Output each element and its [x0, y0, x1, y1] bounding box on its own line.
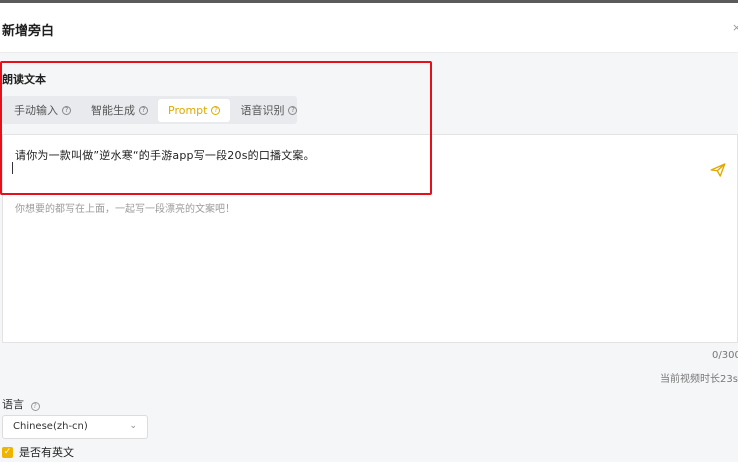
- prompt-text: 请你为一款叫做”逆水寒“的手游app写一段20s的口播文案。: [15, 149, 315, 162]
- textarea-placeholder: 你想要的都写在上面，一起写一段漂亮的文案吧！: [15, 204, 235, 215]
- help-icon[interactable]: ?: [211, 105, 221, 115]
- check-icon: ✓: [3, 446, 12, 457]
- dialog-title: 新增旁白: [2, 24, 55, 39]
- help-icon[interactable]: ?: [139, 105, 148, 115]
- tab-speech-recognition[interactable]: 语音识别 ?: [230, 99, 307, 122]
- video-duration-text: 当前视频时长23s: [660, 374, 738, 385]
- english-checkbox[interactable]: ✓: [2, 446, 13, 458]
- dialog-header: 新增旁白 ×: [0, 3, 738, 53]
- english-checkbox-label: 是否有英文: [19, 446, 74, 459]
- input-mode-tabs: 手动输入 ? 智能生成 ? Prompt ? 语音识别 ?: [2, 96, 298, 124]
- char-counter: 0/300: [712, 350, 738, 361]
- prompt-input[interactable]: 请你为一款叫做”逆水寒“的手游app写一段20s的口播文案。: [2, 134, 738, 186]
- script-textarea[interactable]: 你想要的都写在上面，一起写一段漂亮的文案吧！: [2, 186, 738, 343]
- tab-prompt[interactable]: Prompt ?: [158, 98, 231, 122]
- help-icon[interactable]: ?: [62, 105, 71, 115]
- send-icon[interactable]: [709, 161, 727, 179]
- text-caret: [12, 162, 13, 174]
- close-icon[interactable]: ×: [732, 21, 738, 34]
- tab-manual-input[interactable]: 手动输入 ?: [4, 99, 81, 122]
- chevron-down-icon: ⌄: [129, 421, 137, 431]
- reading-text-label: 朗读文本: [2, 73, 46, 86]
- help-icon[interactable]: ?: [288, 105, 298, 115]
- tab-label: Prompt: [168, 103, 208, 117]
- language-selected-value: Chinese(zh-cn): [13, 421, 88, 432]
- help-icon[interactable]: ?: [30, 402, 40, 411]
- tab-label: 智能生成: [91, 104, 135, 117]
- language-select[interactable]: Chinese(zh-cn) ⌄: [2, 415, 148, 439]
- language-label-text: 语言: [2, 398, 24, 411]
- english-checkbox-row[interactable]: ✓ 是否有英文: [2, 444, 74, 460]
- language-label: 语言 ?: [2, 396, 40, 412]
- tab-label: 语音识别: [240, 104, 285, 117]
- tab-label: 手动输入: [14, 104, 58, 117]
- tab-smart-generate[interactable]: 智能生成 ?: [81, 99, 158, 122]
